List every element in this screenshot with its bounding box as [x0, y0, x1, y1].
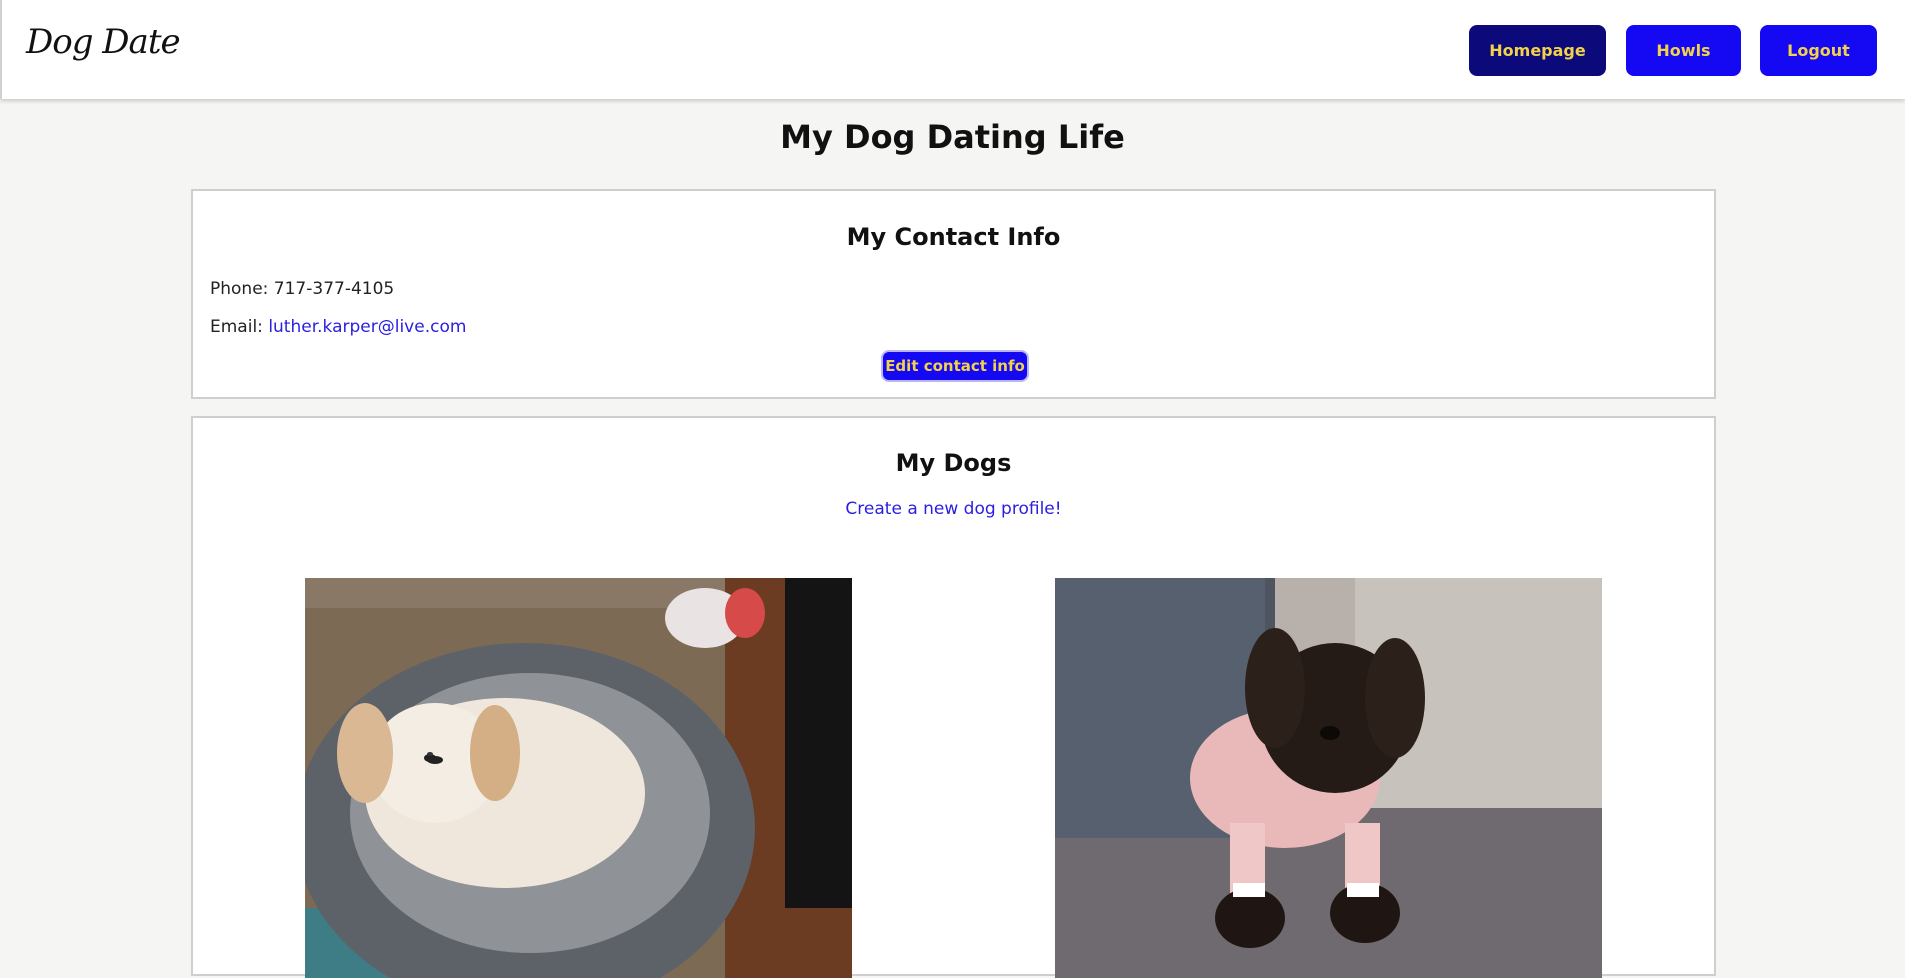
dog-photo-white-dog[interactable] — [305, 578, 852, 978]
my-dogs-heading: My Dogs — [895, 449, 1012, 477]
dog-photo-image — [305, 578, 852, 978]
howls-button[interactable]: Howls — [1626, 25, 1741, 76]
edit-contact-info-button[interactable]: Edit contact info — [881, 350, 1029, 382]
email-label: Email: — [210, 317, 263, 337]
homepage-button[interactable]: Homepage — [1469, 25, 1606, 76]
top-navbar: Dog Date Homepage Howls Logout — [0, 0, 1905, 99]
contact-info-heading: My Contact Info — [846, 223, 1061, 251]
dog-photo-image — [1055, 578, 1602, 978]
phone-line: Phone: 717-377-4105 — [210, 279, 394, 299]
brand-logo[interactable]: Dog Date — [26, 22, 181, 62]
my-dogs-card: My Dogs Create a new dog profile! — [191, 416, 1716, 978]
contact-info-card: My Contact Info Phone: 717-377-4105 Emai… — [191, 189, 1716, 399]
email-line: Email: luther.karper@live.com — [210, 317, 466, 337]
phone-label: Phone: — [210, 279, 269, 299]
dog-photo-dark-dog[interactable] — [1055, 578, 1602, 978]
create-dog-profile-link[interactable]: Create a new dog profile! — [193, 499, 1714, 519]
phone-value: 717-377-4105 — [273, 279, 395, 299]
page-title: My Dog Dating Life — [780, 118, 1125, 156]
logout-button[interactable]: Logout — [1760, 25, 1877, 76]
email-link[interactable]: luther.karper@live.com — [268, 317, 466, 337]
